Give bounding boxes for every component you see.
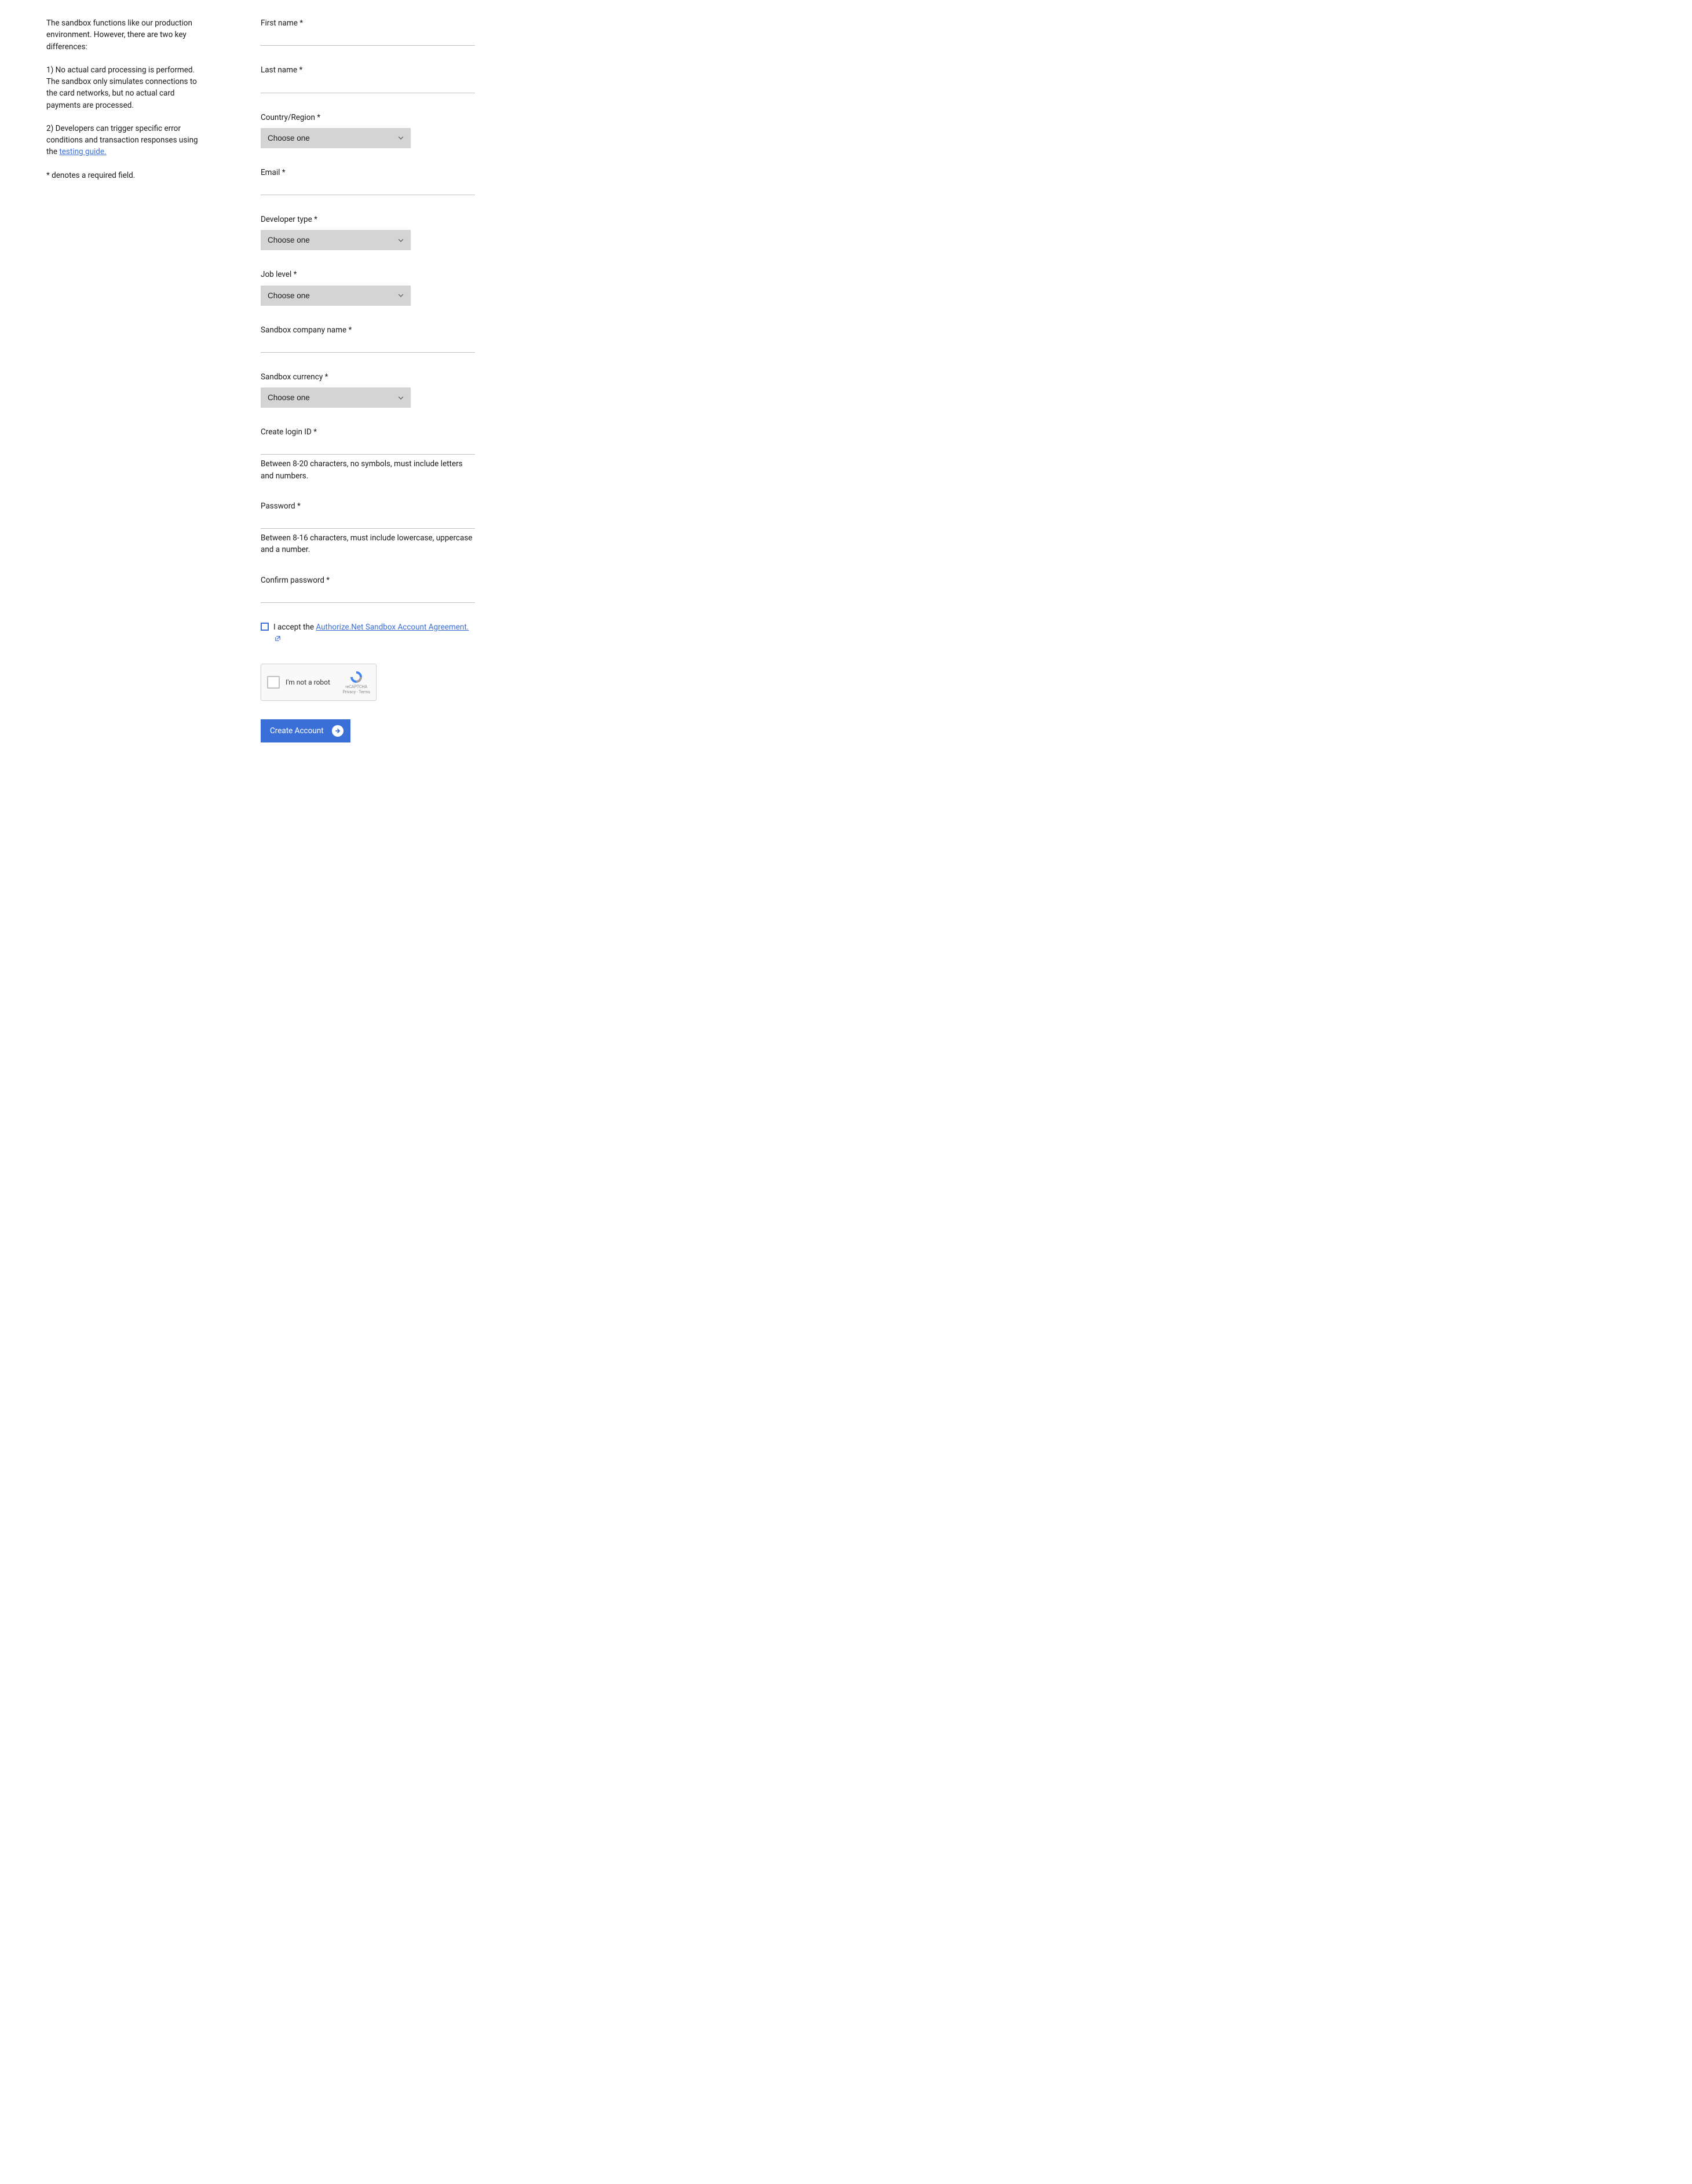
email-label: Email *: [261, 167, 475, 178]
dev-type-select[interactable]: Choose one: [261, 230, 411, 250]
job-level-group: Job level * Choose one: [261, 269, 475, 305]
password-hint: Between 8-16 characters, must include lo…: [261, 532, 475, 556]
company-label: Sandbox company name *: [261, 324, 475, 336]
recaptcha-terms-text: Privacy - Terms: [342, 690, 370, 694]
point-1-paragraph: 1) No actual card processing is performe…: [46, 64, 203, 111]
currency-group: Sandbox currency * Choose one: [261, 371, 475, 408]
confirm-password-input[interactable]: [261, 587, 475, 603]
currency-label: Sandbox currency *: [261, 371, 475, 383]
login-id-label: Create login ID *: [261, 426, 475, 438]
first-name-label: First name *: [261, 17, 475, 29]
confirm-password-label: Confirm password *: [261, 575, 475, 586]
sidebar-description: The sandbox functions like our productio…: [46, 17, 203, 742]
recaptcha-widget: I'm not a robot reCAPTCHA Privacy - Term…: [261, 664, 377, 701]
last-name-label: Last name *: [261, 64, 475, 76]
confirm-password-group: Confirm password *: [261, 575, 475, 603]
recaptcha-branding: reCAPTCHA Privacy - Terms: [342, 670, 370, 694]
password-input[interactable]: [261, 513, 475, 529]
intro-paragraph: The sandbox functions like our productio…: [46, 17, 203, 53]
country-label: Country/Region *: [261, 112, 475, 123]
accept-prefix: I accept the: [273, 623, 316, 632]
recaptcha-checkbox[interactable]: [267, 676, 280, 689]
last-name-group: Last name *: [261, 64, 475, 93]
first-name-input[interactable]: [261, 30, 475, 46]
create-account-button[interactable]: Create Account: [261, 719, 350, 742]
country-group: Country/Region * Choose one: [261, 112, 475, 148]
password-group: Password * Between 8-16 characters, must…: [261, 500, 475, 556]
recaptcha-icon: [349, 670, 363, 684]
accept-terms-row: I accept the Authorize.Net Sandbox Accou…: [261, 621, 475, 646]
required-note: * denotes a required field.: [46, 170, 203, 181]
recaptcha-brand-text: reCAPTCHA: [345, 685, 367, 689]
first-name-group: First name *: [261, 17, 475, 46]
password-label: Password *: [261, 500, 475, 512]
arrow-right-icon: [332, 725, 343, 737]
create-account-label: Create Account: [270, 726, 324, 736]
job-level-label: Job level *: [261, 269, 475, 280]
dev-type-label: Developer type *: [261, 214, 475, 225]
page-container: The sandbox functions like our productio…: [0, 0, 521, 789]
accept-terms-label: I accept the Authorize.Net Sandbox Accou…: [273, 621, 475, 646]
company-group: Sandbox company name *: [261, 324, 475, 353]
login-id-input[interactable]: [261, 439, 475, 455]
email-input[interactable]: [261, 180, 475, 195]
country-select[interactable]: Choose one: [261, 128, 411, 148]
last-name-input[interactable]: [261, 78, 475, 93]
accept-terms-checkbox[interactable]: [261, 623, 269, 631]
currency-select[interactable]: Choose one: [261, 387, 411, 408]
point-2-paragraph: 2) Developers can trigger specific error…: [46, 123, 203, 158]
login-id-hint: Between 8-20 characters, no symbols, mus…: [261, 458, 475, 482]
testing-guide-link[interactable]: testing guide.: [59, 147, 106, 156]
signup-form: First name * Last name * Country/Region …: [261, 17, 475, 742]
recaptcha-label: I'm not a robot: [286, 677, 337, 687]
email-group: Email *: [261, 167, 475, 195]
job-level-select[interactable]: Choose one: [261, 286, 411, 306]
dev-type-group: Developer type * Choose one: [261, 214, 475, 250]
company-input[interactable]: [261, 337, 475, 353]
login-id-group: Create login ID * Between 8-20 character…: [261, 426, 475, 482]
external-link-icon: [275, 634, 281, 645]
